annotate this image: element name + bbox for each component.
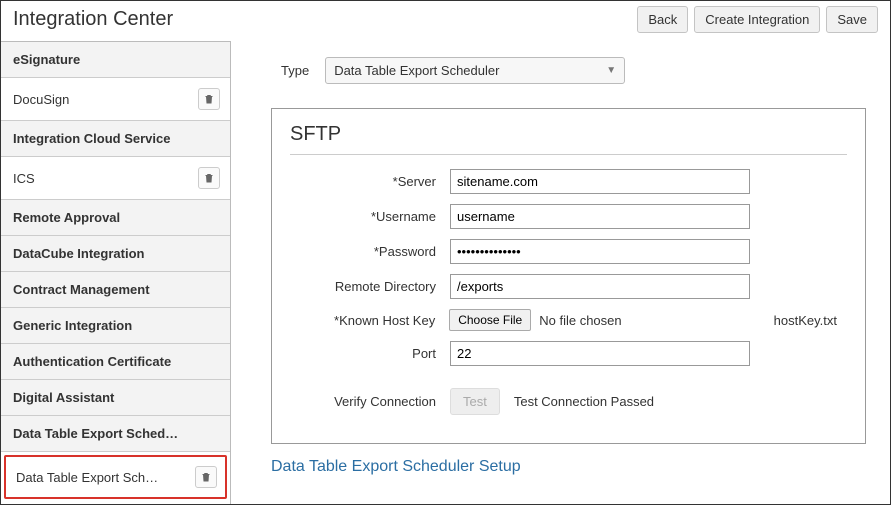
- page-title: Integration Center: [13, 8, 173, 31]
- type-label: Type: [281, 63, 309, 78]
- delete-docusign-button[interactable]: [198, 88, 220, 110]
- sidebar-group-auth-cert[interactable]: Authentication Certificate: [1, 344, 230, 380]
- chevron-down-icon: ▼: [606, 65, 616, 76]
- sidebar-group-remote-approval[interactable]: Remote Approval: [1, 200, 230, 236]
- sidebar-item-label: DataCube Integration: [13, 246, 220, 261]
- sidebar-item-label: Authentication Certificate: [13, 354, 220, 369]
- sidebar-item-label: ICS: [13, 171, 192, 186]
- setup-section-link[interactable]: Data Table Export Scheduler Setup: [271, 458, 521, 476]
- verify-label: Verify Connection: [290, 394, 450, 409]
- type-dropdown[interactable]: Data Table Export Scheduler ▼: [325, 57, 625, 84]
- sidebar-item-label: eSignature: [13, 52, 220, 67]
- password-label: *Password: [290, 244, 450, 259]
- sidebar-item-label: Integration Cloud Service: [13, 131, 220, 146]
- remote-dir-input[interactable]: [450, 274, 750, 299]
- content: Type Data Table Export Scheduler ▼ SFTP …: [231, 41, 890, 504]
- delete-dt-export-button[interactable]: [195, 466, 217, 488]
- type-dropdown-value: Data Table Export Scheduler: [334, 63, 499, 78]
- sidebar-group-datacube[interactable]: DataCube Integration: [1, 236, 230, 272]
- sidebar-group-ics[interactable]: Integration Cloud Service: [1, 121, 230, 157]
- sidebar-item-label: Contract Management: [13, 282, 220, 297]
- trash-icon: [200, 471, 212, 483]
- sidebar-group-dt-export-sched[interactable]: Data Table Export Sched…: [1, 416, 230, 452]
- username-input[interactable]: [450, 204, 750, 229]
- sidebar-group-digital-assistant[interactable]: Digital Assistant: [1, 380, 230, 416]
- hostkey-filename: hostKey.txt: [774, 313, 847, 328]
- hostkey-row: *Known Host Key Choose File No file chos…: [290, 309, 847, 331]
- sidebar-group-esignature[interactable]: eSignature: [1, 42, 230, 78]
- sidebar: ◂ eSignature DocuSign Integration Cloud …: [1, 41, 231, 504]
- sidebar-item-label: Data Table Export Sch…: [16, 470, 189, 485]
- trash-icon: [203, 172, 215, 184]
- create-integration-button[interactable]: Create Integration: [694, 6, 820, 33]
- sftp-heading: SFTP: [290, 123, 847, 155]
- server-label: *Server: [290, 174, 450, 189]
- password-input[interactable]: [450, 239, 750, 264]
- delete-ics-button[interactable]: [198, 167, 220, 189]
- password-row: *Password: [290, 239, 847, 264]
- remote-dir-row: Remote Directory: [290, 274, 847, 299]
- test-connection-status: Test Connection Passed: [514, 394, 654, 409]
- verify-row: Verify Connection Test Test Connection P…: [290, 388, 847, 415]
- hostkey-label: *Known Host Key: [290, 313, 449, 328]
- sidebar-item-ics[interactable]: ICS: [1, 157, 230, 200]
- topbar-actions: Back Create Integration Save: [637, 6, 878, 33]
- main: ◂ eSignature DocuSign Integration Cloud …: [1, 41, 890, 504]
- sidebar-item-dt-export-sch[interactable]: Data Table Export Sch…: [6, 457, 225, 497]
- server-row: *Server: [290, 169, 847, 194]
- sidebar-highlight: Data Table Export Sch…: [4, 455, 227, 499]
- hostkey-choose-file-button[interactable]: Choose File: [449, 309, 531, 331]
- save-button[interactable]: Save: [826, 6, 878, 33]
- sidebar-group-generic[interactable]: Generic Integration: [1, 308, 230, 344]
- test-connection-button[interactable]: Test: [450, 388, 500, 415]
- sidebar-item-label: Data Table Export Sched…: [13, 426, 220, 441]
- sidebar-group-contract-mgmt[interactable]: Contract Management: [1, 272, 230, 308]
- port-input[interactable]: [450, 341, 750, 366]
- sidebar-item-label: Digital Assistant: [13, 390, 220, 405]
- sftp-panel: SFTP *Server *Username *Password Remote …: [271, 108, 866, 444]
- sidebar-item-label: Generic Integration: [13, 318, 220, 333]
- username-row: *Username: [290, 204, 847, 229]
- hostkey-file-status: No file chosen: [539, 313, 621, 328]
- back-button[interactable]: Back: [637, 6, 688, 33]
- remote-dir-label: Remote Directory: [290, 279, 450, 294]
- topbar: Integration Center Back Create Integrati…: [1, 1, 890, 41]
- port-row: Port: [290, 341, 847, 366]
- sidebar-item-label: DocuSign: [13, 92, 192, 107]
- type-row: Type Data Table Export Scheduler ▼: [281, 57, 866, 84]
- sidebar-item-docusign[interactable]: DocuSign: [1, 78, 230, 121]
- server-input[interactable]: [450, 169, 750, 194]
- username-label: *Username: [290, 209, 450, 224]
- sidebar-item-label: Remote Approval: [13, 210, 220, 225]
- trash-icon: [203, 93, 215, 105]
- port-label: Port: [290, 346, 450, 361]
